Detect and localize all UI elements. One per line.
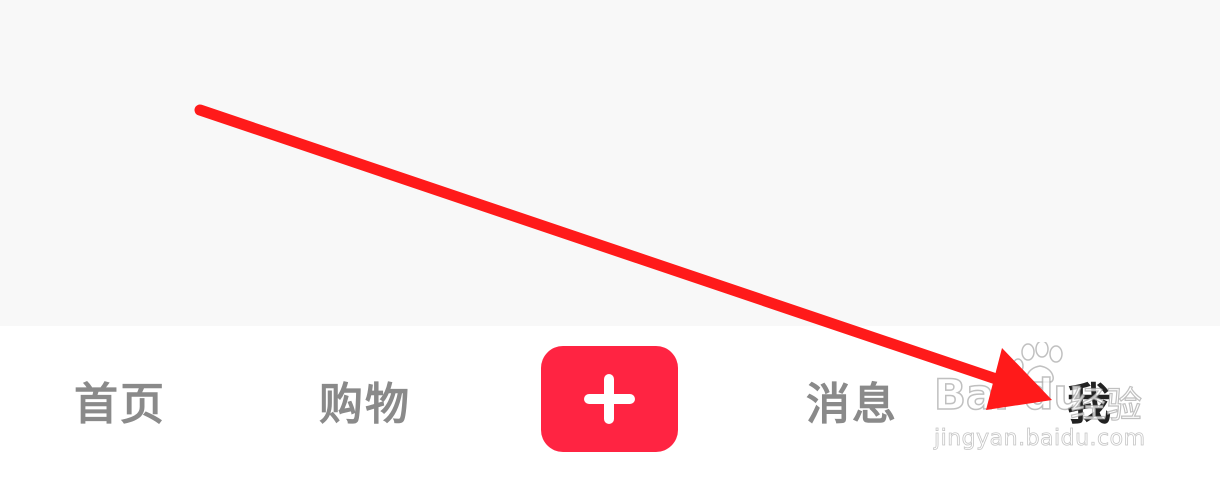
tab-messages[interactable]: 消息 xyxy=(782,370,922,430)
tab-me[interactable]: 我 xyxy=(1040,370,1140,430)
tab-shop[interactable]: 购物 xyxy=(295,370,435,430)
tab-home[interactable]: 首页 xyxy=(50,370,190,430)
content-area xyxy=(0,0,1220,326)
publish-button[interactable] xyxy=(541,346,678,452)
app-screen: 首页 购物 消息 我 Bai du 经验 jingyan.baidu.com xyxy=(0,0,1220,478)
tab-messages-label: 消息 xyxy=(806,379,898,430)
tab-me-label: 我 xyxy=(1067,379,1113,430)
tab-shop-label: 购物 xyxy=(319,379,411,430)
tab-home-label: 首页 xyxy=(74,379,166,430)
